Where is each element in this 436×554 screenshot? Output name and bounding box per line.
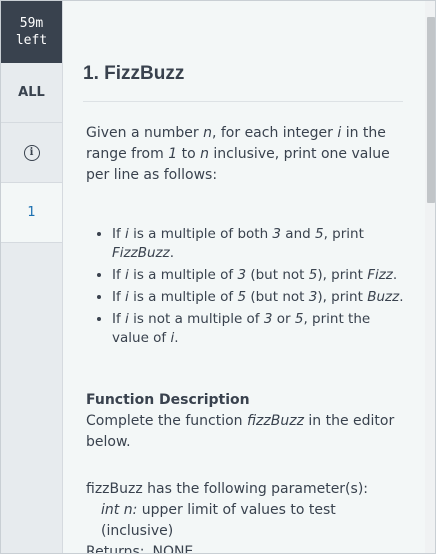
rule-item: If i is a multiple of 5 (but not 3), pri…: [112, 288, 404, 307]
rule-item: If i is a multiple of both 3 and 5, prin…: [112, 225, 404, 263]
function-description: Function Description Complete the functi…: [86, 390, 404, 453]
question-sidebar: 59m left ALL i 1: [1, 1, 63, 553]
var-n: n: [200, 146, 209, 162]
sidebar-item-question-1-label: 1: [27, 205, 36, 220]
sidebar-item-info[interactable]: i: [1, 123, 62, 183]
time-remaining-label: left: [15, 33, 48, 48]
parameters-section: fizzBuzz has the following parameter(s):…: [86, 479, 404, 554]
problem-statement: 1. FizzBuzz Given a number n, for each i…: [63, 1, 425, 554]
parameters-heading: fizzBuzz has the following parameter(s):: [86, 481, 368, 497]
rule-item: If i is a multiple of 3 (but not 5), pri…: [112, 266, 404, 285]
scrollbar-thumb[interactable]: [427, 17, 435, 203]
var-one: 1: [168, 146, 178, 162]
rules-list: If i is a multiple of both 3 and 5, prin…: [86, 225, 404, 348]
problem-intro: Given a number n, for each integer i in …: [86, 123, 404, 186]
intro-text: to: [177, 146, 201, 162]
intro-text: Given a number: [86, 125, 204, 141]
function-description-text: Complete the function fizzBuzz in the ed…: [86, 413, 395, 450]
returns-line: Returns: NONE: [86, 544, 194, 554]
sidebar-item-question-1[interactable]: 1: [1, 183, 62, 243]
sidebar-item-all[interactable]: ALL: [1, 63, 62, 123]
intro-text: , for each integer: [211, 125, 338, 141]
sidebar-item-all-label: ALL: [18, 85, 45, 100]
problem-title: 1. FizzBuzz: [83, 63, 185, 84]
var-n: n: [203, 125, 212, 141]
app-frame: 59m left ALL i 1 1. FizzBuzz Given a num…: [0, 0, 436, 554]
info-icon: i: [23, 144, 40, 161]
time-remaining-value: 59m: [19, 16, 44, 31]
rule-item: If i is not a multiple of 3 or 5, print …: [112, 310, 404, 348]
parameter-item: int n: upper limit of values to test (in…: [101, 502, 336, 539]
rules-list-container: If i is a multiple of both 3 and 5, prin…: [86, 225, 404, 351]
time-remaining: 59m left: [1, 1, 62, 63]
function-description-heading: Function Description: [86, 392, 250, 408]
title-divider: [83, 101, 403, 102]
content-scrollbar[interactable]: [425, 1, 435, 553]
